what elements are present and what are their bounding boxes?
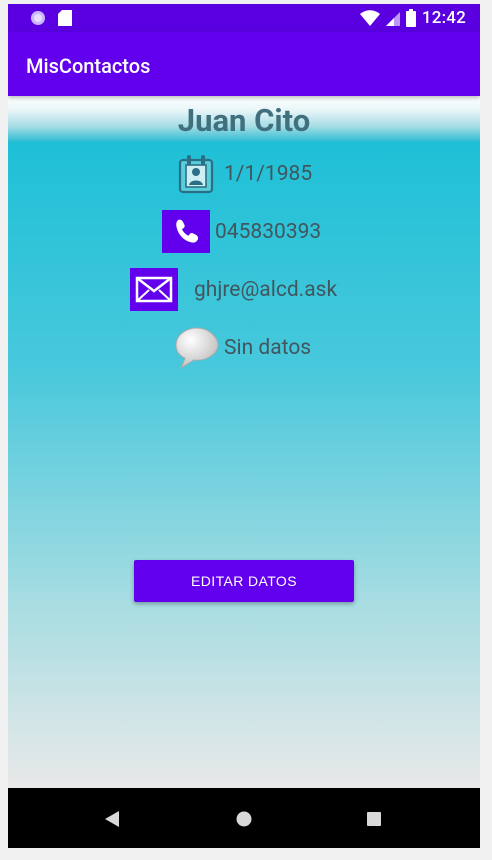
birthday-row: 1/1/1985 [178, 154, 312, 194]
app-bar: MisContactos [8, 32, 480, 96]
home-icon[interactable] [236, 811, 252, 827]
comment-row: Sin datos [174, 326, 311, 370]
phone-icon[interactable] [162, 210, 210, 253]
navigation-bar [8, 788, 480, 848]
phone-screen: 12:42 MisContactos Juan Cito 1/1/1985 04… [8, 4, 480, 848]
email-text[interactable]: ghjre@alcd.ask [194, 278, 337, 302]
battery-icon [405, 9, 416, 27]
app-title: MisContactos [26, 54, 151, 78]
mail-icon[interactable] [130, 268, 178, 311]
status-bar: 12:42 [8, 4, 480, 32]
wifi-icon [359, 10, 380, 26]
back-icon[interactable] [105, 811, 119, 827]
notification-circle-icon [31, 11, 45, 25]
recents-icon[interactable] [367, 812, 381, 826]
contact-details: 1/1/1985 045830393 ghjre@alcd.ask Sin da… [8, 142, 480, 788]
birthday-text: 1/1/1985 [224, 162, 313, 186]
status-clock: 12:42 [421, 8, 466, 28]
contact-name: Juan Cito [177, 102, 311, 139]
email-row[interactable]: ghjre@alcd.ask [130, 268, 337, 311]
speech-bubble-icon [175, 327, 219, 370]
comment-text: Sin datos [224, 336, 312, 360]
phone-row[interactable]: 045830393 [162, 210, 321, 253]
sd-card-icon [58, 10, 72, 26]
contact-name-header: Juan Cito [8, 96, 480, 142]
signal-icon [385, 12, 400, 26]
birthday-card-icon [178, 155, 214, 194]
phone-text[interactable]: 045830393 [215, 220, 321, 244]
edit-data-button[interactable]: EDITAR DATOS [134, 560, 354, 602]
